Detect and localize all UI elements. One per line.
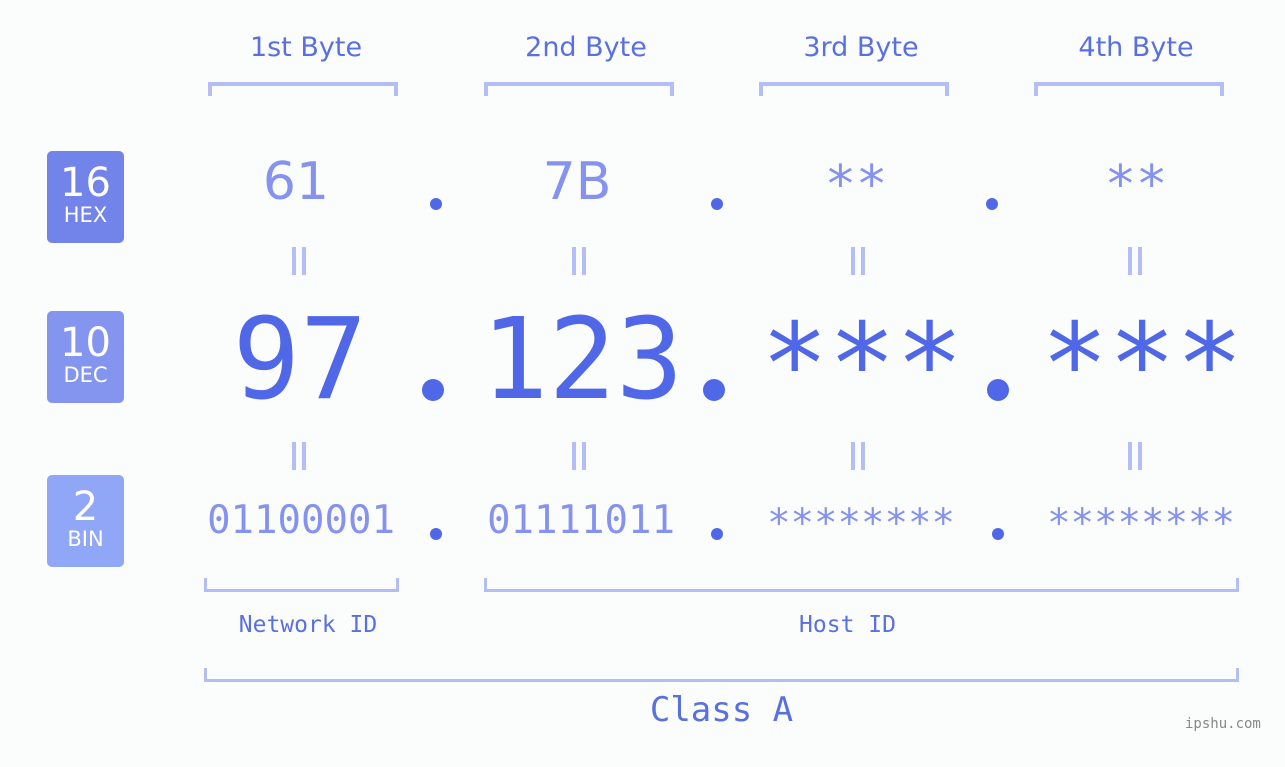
dec-value-3: *** xyxy=(761,300,964,430)
byte-bracket-4 xyxy=(1034,82,1224,96)
equals-icon xyxy=(848,247,868,275)
byte-header-2: 2nd Byte xyxy=(525,32,647,63)
bin-badge: 2 BIN xyxy=(47,475,124,567)
dec-separator-dot xyxy=(422,379,444,401)
hex-value-4: ** xyxy=(1104,155,1168,215)
bin-separator-dot xyxy=(992,528,1004,540)
byte-bracket-3 xyxy=(759,82,949,96)
byte-bracket-1 xyxy=(208,82,398,96)
hex-separator-dot xyxy=(430,198,442,210)
network-id-label: Network ID xyxy=(238,612,378,638)
byte-header-3: 3rd Byte xyxy=(803,32,919,63)
bin-value-4: ******** xyxy=(1047,501,1235,546)
byte-header-4: 4th Byte xyxy=(1078,32,1194,63)
host-id-label: Host ID xyxy=(799,612,896,638)
dec-badge-number: 10 xyxy=(60,320,111,366)
hex-separator-dot xyxy=(986,198,998,210)
hex-value-1: 61 xyxy=(262,152,330,212)
host-id-bracket xyxy=(484,578,1239,592)
equals-icon xyxy=(569,247,589,275)
byte-header-1: 1st Byte xyxy=(249,32,363,63)
hex-badge-number: 16 xyxy=(60,160,111,206)
bin-separator-dot xyxy=(711,528,723,540)
equals-icon xyxy=(289,247,309,275)
hex-value-2: 7B xyxy=(542,152,612,212)
hex-badge: 16 HEX xyxy=(47,151,124,243)
equals-icon xyxy=(1125,247,1145,275)
bin-value-2: 01111011 xyxy=(487,498,675,543)
dec-value-2: 123 xyxy=(481,295,684,425)
dec-separator-dot xyxy=(703,379,725,401)
bin-badge-number: 2 xyxy=(72,484,99,530)
network-id-bracket xyxy=(204,578,399,592)
dec-value-4: *** xyxy=(1041,300,1244,430)
dec-badge: 10 DEC xyxy=(47,311,124,403)
dec-badge-label: DEC xyxy=(63,363,108,387)
watermark: ipshu.com xyxy=(1185,716,1261,732)
dec-value-1: 97 xyxy=(232,295,368,425)
hex-badge-label: HEX xyxy=(63,203,108,227)
bin-value-3: ******** xyxy=(767,501,955,546)
bin-value-1: 01100001 xyxy=(207,498,395,543)
class-label: Class A xyxy=(649,690,794,730)
equals-icon xyxy=(289,442,309,470)
equals-icon xyxy=(569,442,589,470)
bin-separator-dot xyxy=(430,528,442,540)
dec-separator-dot xyxy=(987,379,1009,401)
class-bracket xyxy=(204,668,1239,682)
hex-separator-dot xyxy=(711,198,723,210)
byte-bracket-2 xyxy=(484,82,674,96)
bin-badge-label: BIN xyxy=(67,527,104,551)
equals-icon xyxy=(848,442,868,470)
hex-value-3: ** xyxy=(824,155,888,215)
equals-icon xyxy=(1125,442,1145,470)
